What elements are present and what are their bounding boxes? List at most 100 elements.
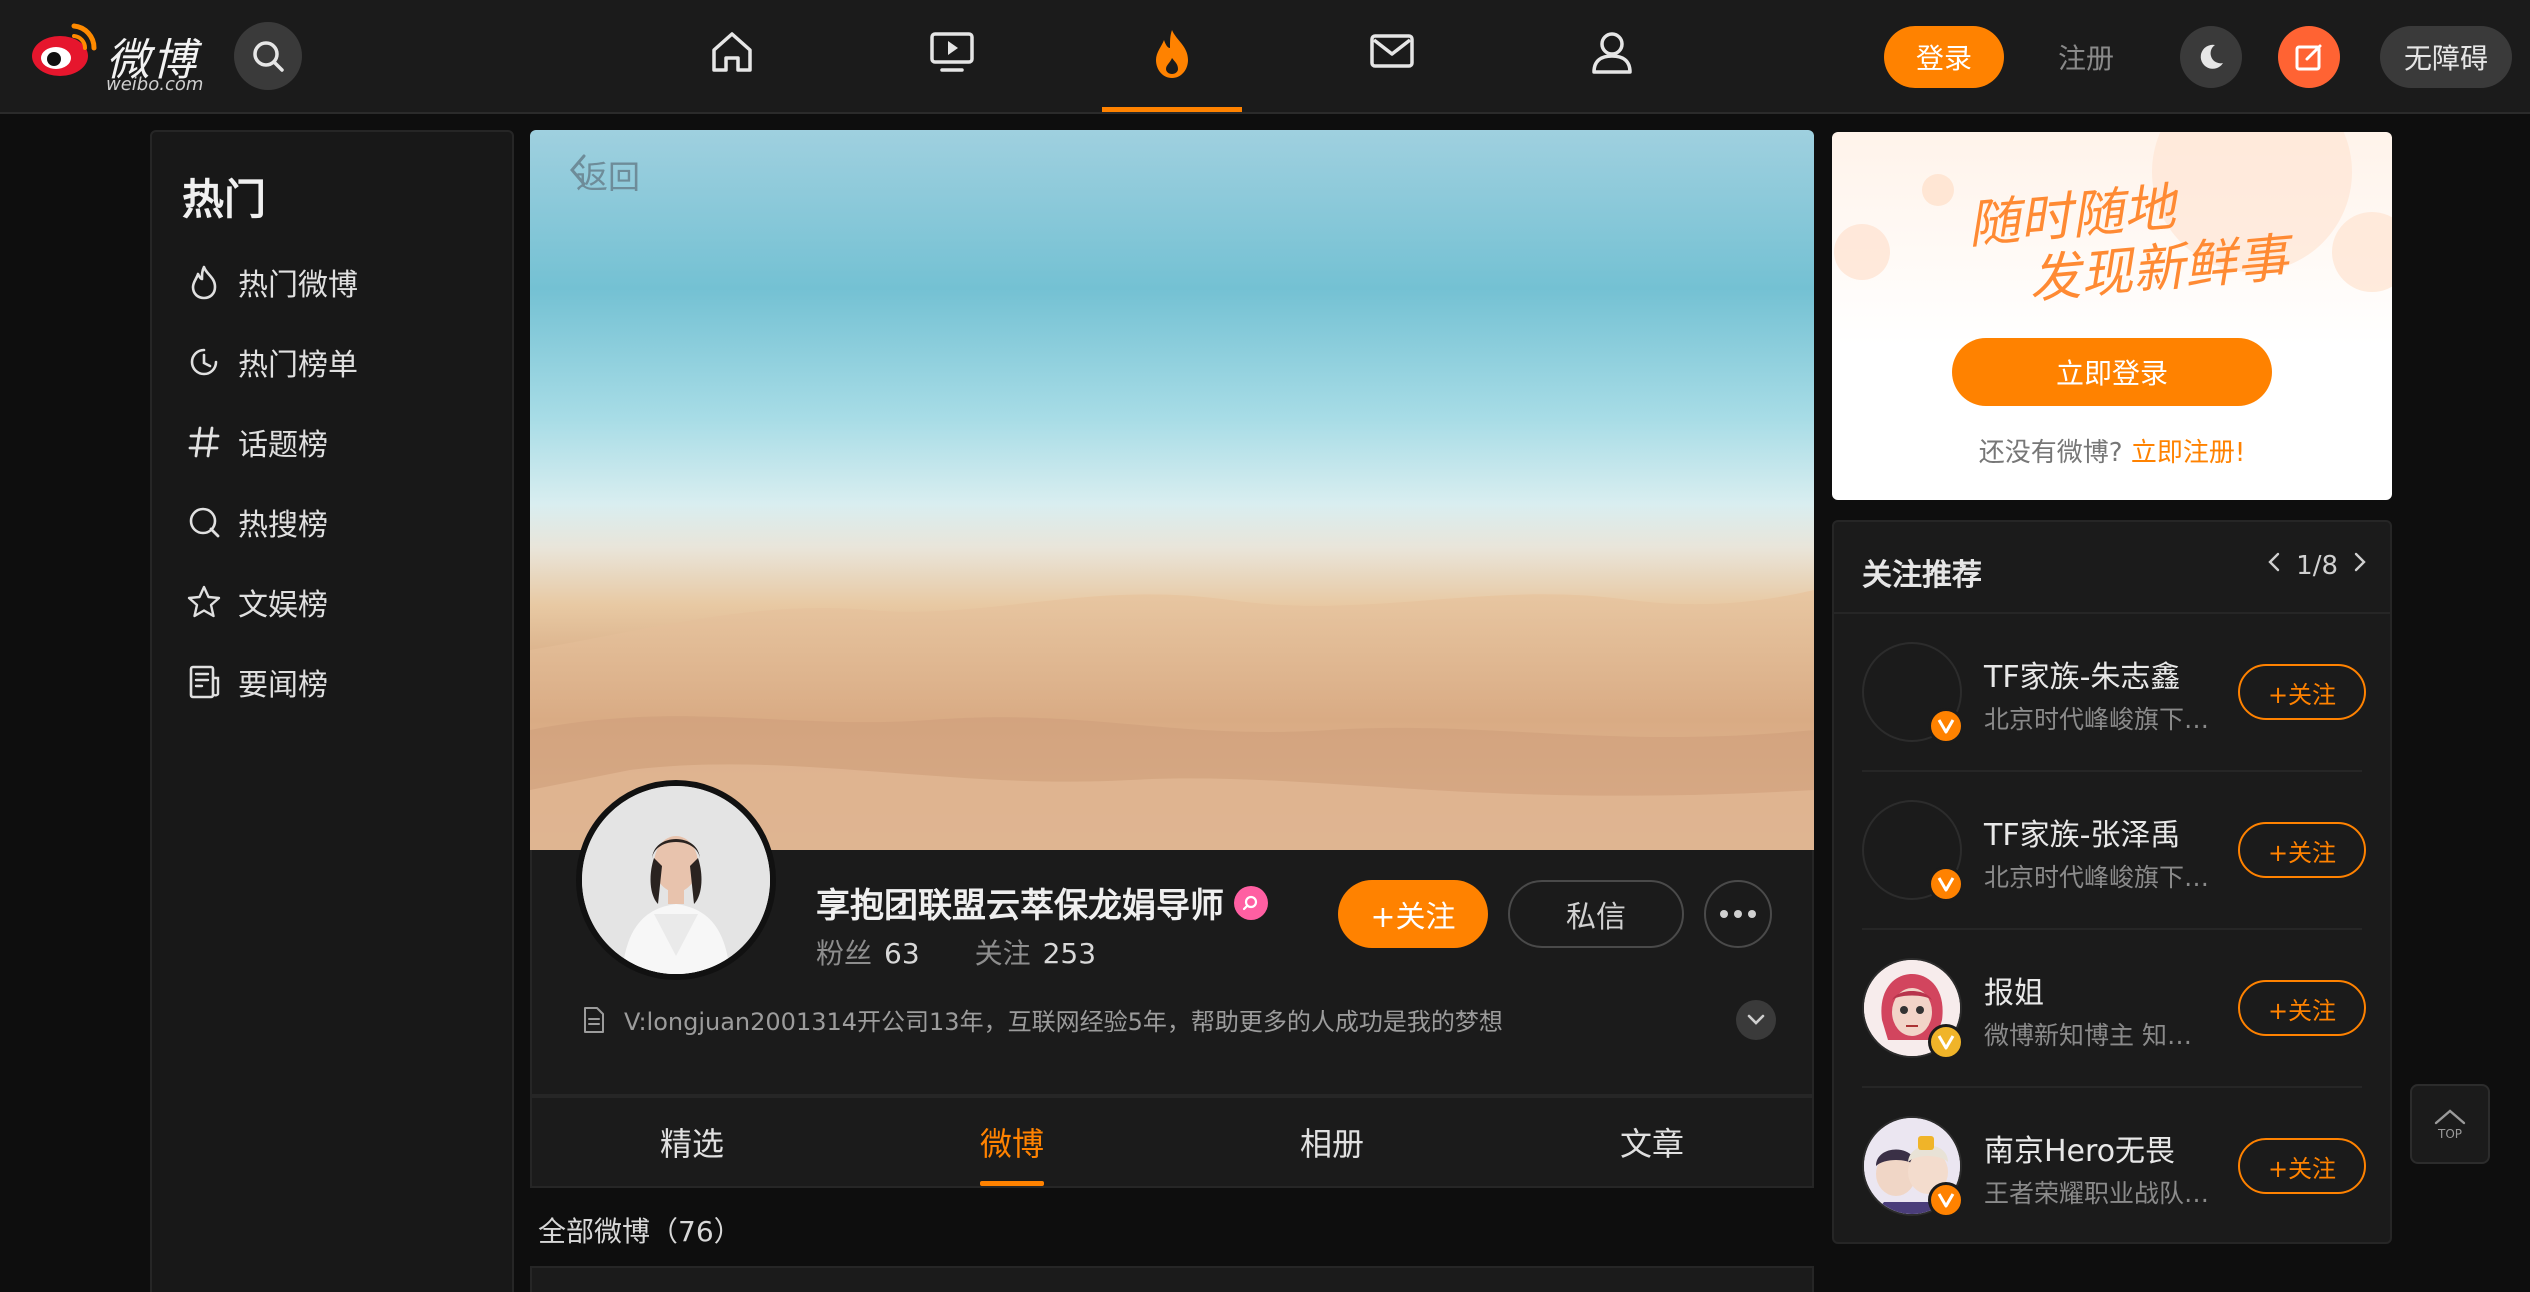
sidebar-item-label: 要闻榜 (238, 668, 328, 703)
following-label: 关注 (974, 937, 1031, 970)
recommend-desc: 北京时代峰峻旗下艺人 (1984, 705, 2214, 734)
register-prompt: 还没有微博? 立即注册! (1832, 432, 2392, 469)
recommend-name[interactable]: 南京Hero无畏 (1984, 1126, 2175, 1170)
back-to-top-button[interactable]: TOP (2410, 1084, 2490, 1164)
more-options-button[interactable] (1704, 880, 1772, 948)
no-account-text: 还没有微博? (1978, 438, 2123, 468)
profile-cover-image: 返回 (530, 130, 1814, 850)
nav-video[interactable] (882, 18, 1022, 112)
recommend-follow-button[interactable]: +关注 (2238, 1138, 2366, 1194)
verified-badge-icon (1928, 866, 1964, 902)
register-link[interactable]: 注册 (2036, 26, 2136, 88)
woman-portrait-icon (582, 786, 770, 974)
sidebar-item-label: 热门榜单 (238, 348, 358, 383)
expand-bio-button[interactable] (1736, 1000, 1776, 1040)
weibo-logo[interactable]: 微博 weibo.com (30, 20, 210, 95)
following-stat[interactable]: 关注 253 (975, 937, 1096, 970)
more-dots-icon (1720, 910, 1756, 918)
recommend-follow-button[interactable]: +关注 (2238, 664, 2366, 720)
hash-icon (182, 420, 226, 464)
mail-icon (1370, 34, 1414, 68)
recommend-desc: 北京时代峰峻旗下艺人 (1984, 863, 2214, 892)
nav-hot[interactable] (1102, 18, 1242, 112)
prev-page-button[interactable] (2266, 550, 2282, 581)
tab-featured[interactable]: 精选 (532, 1098, 852, 1186)
next-page-button[interactable] (2352, 550, 2368, 581)
private-message-button[interactable]: 私信 (1508, 880, 1684, 948)
top-navigation-bar: 微博 weibo.com 登录 注册 无障碍 (0, 0, 2530, 114)
recommend-item[interactable]: TF家族-朱志鑫 北京时代峰峻旗下艺人 +关注 (1834, 614, 2390, 772)
sidebar-item-topics[interactable]: 话题榜 (182, 412, 502, 472)
profile-nickname: 享抱团联盟云萃保龙娟导师 (816, 878, 1268, 927)
login-button[interactable]: 登录 (1884, 26, 2004, 88)
follow-recommendations: 关注推荐 1/8 TF家族-朱志鑫 北京时代峰峻旗下艺人 +关注 TF家族-张泽… (1832, 520, 2392, 1244)
tab-articles[interactable]: 文章 (1492, 1098, 1812, 1186)
home-icon (712, 32, 752, 72)
chevron-left-icon (2268, 552, 2280, 572)
user-icon (1592, 32, 1632, 74)
hot-flame-icon (1156, 30, 1188, 78)
all-weibo-count: 全部微博（76） (538, 1215, 742, 1248)
register-now-link[interactable]: 立即注册! (2131, 438, 2245, 468)
following-count: 253 (1042, 937, 1097, 970)
follow-button[interactable]: +关注 (1338, 880, 1488, 948)
document-icon (584, 1006, 604, 1033)
recommend-title: 关注推荐 (1862, 558, 1982, 593)
sidebar-item-news[interactable]: 要闻榜 (182, 652, 502, 712)
weibo-eye-icon (32, 23, 97, 76)
profile-avatar[interactable] (576, 780, 776, 980)
nav-profile[interactable] (1542, 18, 1682, 112)
recommend-item[interactable]: 南京Hero无畏 王者荣耀职业战队选手 +关注 (1834, 1088, 2390, 1246)
verified-badge-icon (1928, 1182, 1964, 1218)
video-icon (930, 32, 974, 72)
sidebar-item-label: 热搜榜 (238, 508, 328, 543)
search-badge-icon[interactable] (1234, 885, 1268, 920)
recommend-name[interactable]: TF家族-朱志鑫 (1984, 652, 2180, 696)
recommend-desc: 微博新知博主 知名娱乐博主 (1984, 1021, 2214, 1050)
nav-messages[interactable] (1322, 18, 1462, 112)
recommend-header: 关注推荐 1/8 (1834, 522, 2390, 614)
nav-home[interactable] (662, 18, 802, 112)
tab-album[interactable]: 相册 (1172, 1098, 1492, 1186)
recommend-item[interactable]: TF家族-张泽禹 北京时代峰峻旗下艺人 +关注 (1834, 772, 2390, 930)
logo-domain: weibo.com (106, 74, 204, 95)
dark-mode-toggle[interactable] (2180, 26, 2242, 88)
search-button[interactable] (234, 22, 302, 90)
beach-sand-illustration (530, 590, 1814, 850)
tab-weibo[interactable]: 微博 (852, 1098, 1172, 1186)
recommend-name[interactable]: 报姐 (1984, 968, 2044, 1012)
flame-icon (182, 260, 226, 304)
profile-bio: V:longjuan2001314开公司13年，互联网经验5年，帮助更多的人成功… (582, 1002, 1503, 1037)
accessibility-button[interactable]: 无障碍 (2380, 26, 2512, 88)
search-icon (253, 41, 284, 72)
recommend-name[interactable]: TF家族-张泽禹 (1984, 810, 2180, 854)
verified-badge-icon (1928, 708, 1964, 744)
recommend-follow-button[interactable]: +关注 (2238, 822, 2366, 878)
clock-icon (182, 340, 226, 384)
sidebar-item-hot-search[interactable]: 热搜榜 (182, 492, 502, 552)
chevron-up-icon (2434, 1109, 2466, 1125)
fans-label: 粉丝 (816, 937, 873, 970)
sidebar-item-hot-list[interactable]: 热门榜单 (182, 332, 502, 392)
sidebar-item-label: 热门微博 (238, 268, 358, 303)
news-icon (182, 660, 226, 704)
sidebar-item-label: 话题榜 (238, 428, 328, 463)
recommend-pager: 1/8 (2266, 550, 2368, 581)
back-button[interactable]: 返回 (566, 152, 640, 198)
profile-main-column: 返回 享抱团联盟云萃保龙娟导师 粉丝 63 关注 253 +关注 私信 V:lo… (530, 130, 1814, 1292)
recommend-follow-button[interactable]: +关注 (2238, 980, 2366, 1036)
login-now-button[interactable]: 立即登录 (1952, 338, 2272, 406)
chevron-right-icon (2354, 552, 2366, 572)
recommend-item[interactable]: 报姐 微博新知博主 知名娱乐博主 +关注 (1834, 930, 2390, 1088)
back-to-top-label: TOP (2437, 1127, 2462, 1141)
edit-icon (2295, 44, 2322, 71)
fans-stat[interactable]: 粉丝 63 (816, 937, 920, 970)
compose-button[interactable] (2278, 26, 2340, 88)
profile-tabs: 精选 微博 相册 文章 (530, 1096, 1814, 1188)
sidebar-item-hot-weibo[interactable]: 热门微博 (182, 252, 502, 312)
search-icon (182, 500, 226, 544)
star-icon (182, 580, 226, 624)
sidebar-item-entertainment[interactable]: 文娱榜 (182, 572, 502, 632)
feed-card (530, 1266, 1814, 1292)
verified-badge-icon (1928, 1024, 1964, 1060)
